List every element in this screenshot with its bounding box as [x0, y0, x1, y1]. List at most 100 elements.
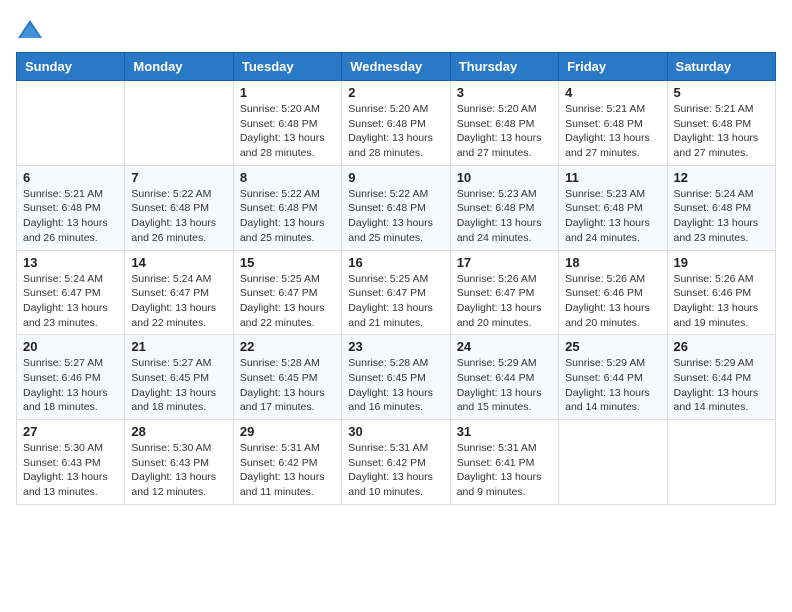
calendar-header-row: SundayMondayTuesdayWednesdayThursdayFrid… — [17, 53, 776, 81]
day-number: 19 — [674, 255, 769, 270]
calendar-cell: 1 Sunrise: 5:20 AM Sunset: 6:48 PM Daylig… — [233, 81, 341, 166]
day-info: Sunrise: 5:23 AM Sunset: 6:48 PM Dayligh… — [457, 187, 552, 246]
day-number: 5 — [674, 85, 769, 100]
page-header — [16, 16, 776, 44]
day-info: Sunrise: 5:25 AM Sunset: 6:47 PM Dayligh… — [240, 272, 335, 331]
calendar-cell: 11Sunrise: 5:23 AM Sunset: 6:48 PM Dayli… — [559, 165, 667, 250]
day-info: Sunrise: 5:30 AM Sunset: 6:43 PM Dayligh… — [131, 441, 226, 500]
calendar-cell: 9 Sunrise: 5:22 AM Sunset: 6:48 PM Daylig… — [342, 165, 450, 250]
calendar-week-row: 1 Sunrise: 5:20 AM Sunset: 6:48 PM Daylig… — [17, 81, 776, 166]
calendar-cell: 24 Sunrise: 5:29 AM Sunset: 6:44 PM Dayli… — [450, 335, 558, 420]
day-number: 7 — [131, 170, 226, 185]
calendar-cell: 28 Sunrise: 5:30 AM Sunset: 6:43 PM Dayli… — [125, 420, 233, 505]
day-number: 23 — [348, 339, 443, 354]
day-info: Sunrise: 5:29 AM Sunset: 6:44 PM Dayligh… — [457, 356, 552, 415]
day-number: 9 — [348, 170, 443, 185]
calendar-cell: 26Sunrise: 5:29 AM Sunset: 6:44 PM Dayli… — [667, 335, 775, 420]
calendar-cell — [125, 81, 233, 166]
calendar-cell: 12 Sunrise: 5:24 AM Sunset: 6:48 PM Dayli… — [667, 165, 775, 250]
day-header-saturday: Saturday — [667, 53, 775, 81]
calendar-cell: 18Sunrise: 5:26 AM Sunset: 6:46 PM Dayli… — [559, 250, 667, 335]
day-number: 30 — [348, 424, 443, 439]
calendar-cell: 5 Sunrise: 5:21 AM Sunset: 6:48 PM Daylig… — [667, 81, 775, 166]
day-info: Sunrise: 5:22 AM Sunset: 6:48 PM Dayligh… — [240, 187, 335, 246]
calendar-cell: 14Sunrise: 5:24 AM Sunset: 6:47 PM Dayli… — [125, 250, 233, 335]
calendar-cell: 17 Sunrise: 5:26 AM Sunset: 6:47 PM Dayli… — [450, 250, 558, 335]
calendar-cell: 8 Sunrise: 5:22 AM Sunset: 6:48 PM Daylig… — [233, 165, 341, 250]
day-info: Sunrise: 5:30 AM Sunset: 6:43 PM Dayligh… — [23, 441, 118, 500]
day-header-monday: Monday — [125, 53, 233, 81]
day-info: Sunrise: 5:28 AM Sunset: 6:45 PM Dayligh… — [240, 356, 335, 415]
day-info: Sunrise: 5:25 AM Sunset: 6:47 PM Dayligh… — [348, 272, 443, 331]
day-number: 20 — [23, 339, 118, 354]
calendar-cell: 23 Sunrise: 5:28 AM Sunset: 6:45 PM Dayli… — [342, 335, 450, 420]
day-number: 12 — [674, 170, 769, 185]
day-number: 2 — [348, 85, 443, 100]
day-number: 31 — [457, 424, 552, 439]
day-info: Sunrise: 5:27 AM Sunset: 6:45 PM Dayligh… — [131, 356, 226, 415]
day-header-sunday: Sunday — [17, 53, 125, 81]
calendar-cell: 22 Sunrise: 5:28 AM Sunset: 6:45 PM Dayli… — [233, 335, 341, 420]
day-info: Sunrise: 5:28 AM Sunset: 6:45 PM Dayligh… — [348, 356, 443, 415]
calendar-cell: 15 Sunrise: 5:25 AM Sunset: 6:47 PM Dayli… — [233, 250, 341, 335]
day-header-tuesday: Tuesday — [233, 53, 341, 81]
day-number: 17 — [457, 255, 552, 270]
day-number: 22 — [240, 339, 335, 354]
day-number: 28 — [131, 424, 226, 439]
day-number: 25 — [565, 339, 660, 354]
day-header-wednesday: Wednesday — [342, 53, 450, 81]
day-info: Sunrise: 5:31 AM Sunset: 6:41 PM Dayligh… — [457, 441, 552, 500]
day-number: 21 — [131, 339, 226, 354]
calendar-cell: 16 Sunrise: 5:25 AM Sunset: 6:47 PM Dayli… — [342, 250, 450, 335]
logo — [16, 16, 48, 44]
day-info: Sunrise: 5:21 AM Sunset: 6:48 PM Dayligh… — [23, 187, 118, 246]
day-number: 27 — [23, 424, 118, 439]
day-number: 8 — [240, 170, 335, 185]
day-info: Sunrise: 5:22 AM Sunset: 6:48 PM Dayligh… — [348, 187, 443, 246]
calendar-cell: 20 Sunrise: 5:27 AM Sunset: 6:46 PM Dayli… — [17, 335, 125, 420]
calendar-cell: 21 Sunrise: 5:27 AM Sunset: 6:45 PM Dayli… — [125, 335, 233, 420]
day-info: Sunrise: 5:24 AM Sunset: 6:47 PM Dayligh… — [23, 272, 118, 331]
calendar-cell: 31 Sunrise: 5:31 AM Sunset: 6:41 PM Dayli… — [450, 420, 558, 505]
calendar-cell: 4Sunrise: 5:21 AM Sunset: 6:48 PM Daylig… — [559, 81, 667, 166]
day-number: 24 — [457, 339, 552, 354]
calendar-cell: 30 Sunrise: 5:31 AM Sunset: 6:42 PM Dayli… — [342, 420, 450, 505]
calendar-cell: 29Sunrise: 5:31 AM Sunset: 6:42 PM Dayli… — [233, 420, 341, 505]
day-header-thursday: Thursday — [450, 53, 558, 81]
day-number: 3 — [457, 85, 552, 100]
calendar-cell: 13 Sunrise: 5:24 AM Sunset: 6:47 PM Dayli… — [17, 250, 125, 335]
day-info: Sunrise: 5:24 AM Sunset: 6:48 PM Dayligh… — [674, 187, 769, 246]
day-info: Sunrise: 5:31 AM Sunset: 6:42 PM Dayligh… — [348, 441, 443, 500]
day-info: Sunrise: 5:21 AM Sunset: 6:48 PM Dayligh… — [674, 102, 769, 161]
calendar-week-row: 27 Sunrise: 5:30 AM Sunset: 6:43 PM Dayli… — [17, 420, 776, 505]
calendar-week-row: 20 Sunrise: 5:27 AM Sunset: 6:46 PM Dayli… — [17, 335, 776, 420]
day-info: Sunrise: 5:20 AM Sunset: 6:48 PM Dayligh… — [457, 102, 552, 161]
day-info: Sunrise: 5:26 AM Sunset: 6:47 PM Dayligh… — [457, 272, 552, 331]
day-info: Sunrise: 5:20 AM Sunset: 6:48 PM Dayligh… — [240, 102, 335, 161]
day-info: Sunrise: 5:24 AM Sunset: 6:47 PM Dayligh… — [131, 272, 226, 331]
calendar-week-row: 6 Sunrise: 5:21 AM Sunset: 6:48 PM Daylig… — [17, 165, 776, 250]
day-number: 1 — [240, 85, 335, 100]
day-number: 6 — [23, 170, 118, 185]
day-number: 15 — [240, 255, 335, 270]
calendar-cell: 7Sunrise: 5:22 AM Sunset: 6:48 PM Daylig… — [125, 165, 233, 250]
calendar-cell — [559, 420, 667, 505]
logo-icon — [16, 16, 44, 44]
day-number: 16 — [348, 255, 443, 270]
day-info: Sunrise: 5:29 AM Sunset: 6:44 PM Dayligh… — [565, 356, 660, 415]
calendar-cell: 27 Sunrise: 5:30 AM Sunset: 6:43 PM Dayli… — [17, 420, 125, 505]
calendar-cell: 10 Sunrise: 5:23 AM Sunset: 6:48 PM Dayli… — [450, 165, 558, 250]
day-info: Sunrise: 5:26 AM Sunset: 6:46 PM Dayligh… — [674, 272, 769, 331]
day-number: 4 — [565, 85, 660, 100]
calendar-cell: 2 Sunrise: 5:20 AM Sunset: 6:48 PM Daylig… — [342, 81, 450, 166]
day-info: Sunrise: 5:20 AM Sunset: 6:48 PM Dayligh… — [348, 102, 443, 161]
day-info: Sunrise: 5:29 AM Sunset: 6:44 PM Dayligh… — [674, 356, 769, 415]
day-number: 18 — [565, 255, 660, 270]
calendar-table: SundayMondayTuesdayWednesdayThursdayFrid… — [16, 52, 776, 505]
day-number: 13 — [23, 255, 118, 270]
day-header-friday: Friday — [559, 53, 667, 81]
calendar-cell — [667, 420, 775, 505]
day-number: 29 — [240, 424, 335, 439]
day-number: 10 — [457, 170, 552, 185]
day-info: Sunrise: 5:27 AM Sunset: 6:46 PM Dayligh… — [23, 356, 118, 415]
